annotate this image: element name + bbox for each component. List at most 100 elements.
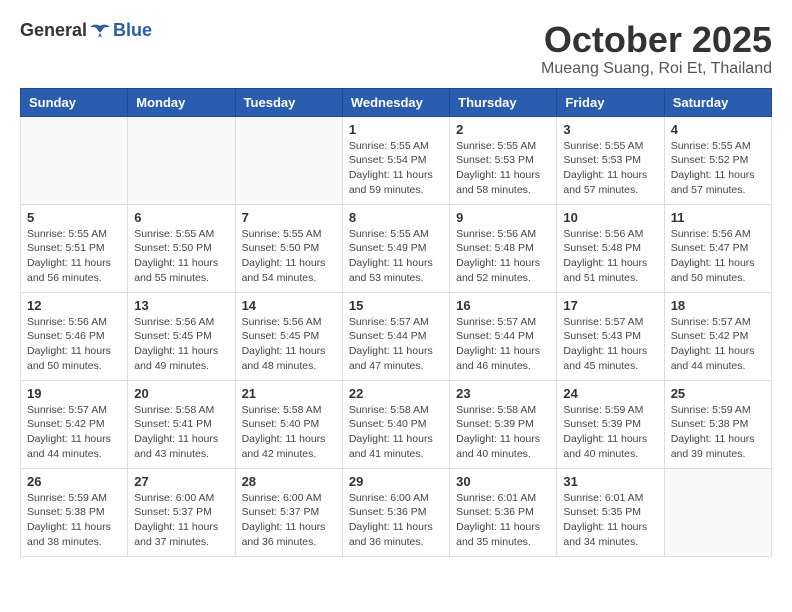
week-row-3: 12 Sunrise: 5:56 AMSunset: 5:46 PMDayligh… <box>21 292 772 380</box>
day-number: 2 <box>456 122 550 137</box>
day-number: 3 <box>563 122 657 137</box>
calendar-cell: 20 Sunrise: 5:58 AMSunset: 5:41 PMDayligh… <box>128 380 235 468</box>
day-number: 26 <box>27 474 121 489</box>
calendar-cell: 26 Sunrise: 5:59 AMSunset: 5:38 PMDayligh… <box>21 468 128 556</box>
day-number: 5 <box>27 210 121 225</box>
day-number: 22 <box>349 386 443 401</box>
weekday-header-friday: Friday <box>557 88 664 116</box>
calendar-cell: 6 Sunrise: 5:55 AMSunset: 5:50 PMDaylight… <box>128 204 235 292</box>
day-info: Sunrise: 6:00 AMSunset: 5:37 PMDaylight:… <box>134 491 228 550</box>
calendar-cell: 31 Sunrise: 6:01 AMSunset: 5:35 PMDayligh… <box>557 468 664 556</box>
calendar-cell: 17Sunrise: 5:57 AMSunset: 5:43 PMDayligh… <box>557 292 664 380</box>
calendar-cell: 5 Sunrise: 5:55 AMSunset: 5:51 PMDaylight… <box>21 204 128 292</box>
day-number: 23 <box>456 386 550 401</box>
day-info: Sunrise: 5:56 AMSunset: 5:45 PMDaylight:… <box>134 315 228 374</box>
day-number: 28 <box>242 474 336 489</box>
day-number: 1 <box>349 122 443 137</box>
calendar-table: SundayMondayTuesdayWednesdayThursdayFrid… <box>20 88 772 557</box>
day-number: 18 <box>671 298 765 313</box>
day-info: Sunrise: 5:57 AMSunset: 5:44 PMDaylight:… <box>349 315 443 374</box>
calendar-cell <box>664 468 771 556</box>
calendar-cell <box>235 116 342 204</box>
calendar-cell: 30Sunrise: 6:01 AMSunset: 5:36 PMDayligh… <box>450 468 557 556</box>
calendar-cell: 27Sunrise: 6:00 AMSunset: 5:37 PMDayligh… <box>128 468 235 556</box>
day-info: Sunrise: 5:56 AMSunset: 5:46 PMDaylight:… <box>27 315 121 374</box>
day-number: 4 <box>671 122 765 137</box>
day-info: Sunrise: 5:55 AMSunset: 5:54 PMDaylight:… <box>349 139 443 198</box>
calendar-cell: 18 Sunrise: 5:57 AMSunset: 5:42 PMDayligh… <box>664 292 771 380</box>
week-row-1: 1 Sunrise: 5:55 AMSunset: 5:54 PMDaylight… <box>21 116 772 204</box>
title-area: October 2025 Mueang Suang, Roi Et, Thail… <box>541 20 772 78</box>
day-info: Sunrise: 6:01 AMSunset: 5:35 PMDaylight:… <box>563 491 657 550</box>
day-number: 12 <box>27 298 121 313</box>
day-info: Sunrise: 6:00 AMSunset: 5:36 PMDaylight:… <box>349 491 443 550</box>
day-info: Sunrise: 5:57 AMSunset: 5:42 PMDaylight:… <box>27 403 121 462</box>
day-info: Sunrise: 5:58 AMSunset: 5:41 PMDaylight:… <box>134 403 228 462</box>
calendar-cell <box>21 116 128 204</box>
day-info: Sunrise: 5:55 AMSunset: 5:51 PMDaylight:… <box>27 227 121 286</box>
calendar-cell: 2 Sunrise: 5:55 AMSunset: 5:53 PMDaylight… <box>450 116 557 204</box>
day-info: Sunrise: 5:58 AMSunset: 5:40 PMDaylight:… <box>242 403 336 462</box>
day-info: Sunrise: 6:00 AMSunset: 5:37 PMDaylight:… <box>242 491 336 550</box>
calendar-cell: 11Sunrise: 5:56 AMSunset: 5:47 PMDayligh… <box>664 204 771 292</box>
logo-bird-icon <box>89 22 111 40</box>
calendar-cell: 21 Sunrise: 5:58 AMSunset: 5:40 PMDayligh… <box>235 380 342 468</box>
day-info: Sunrise: 5:56 AMSunset: 5:48 PMDaylight:… <box>563 227 657 286</box>
calendar-cell: 7Sunrise: 5:55 AMSunset: 5:50 PMDaylight… <box>235 204 342 292</box>
day-number: 13 <box>134 298 228 313</box>
day-info: Sunrise: 5:57 AMSunset: 5:42 PMDaylight:… <box>671 315 765 374</box>
day-info: Sunrise: 5:59 AMSunset: 5:38 PMDaylight:… <box>671 403 765 462</box>
day-info: Sunrise: 5:56 AMSunset: 5:45 PMDaylight:… <box>242 315 336 374</box>
calendar-cell: 14 Sunrise: 5:56 AMSunset: 5:45 PMDayligh… <box>235 292 342 380</box>
day-number: 6 <box>134 210 228 225</box>
page-header: General Blue October 2025 Mueang Suang, … <box>20 20 772 78</box>
calendar-cell: 22Sunrise: 5:58 AMSunset: 5:40 PMDayligh… <box>342 380 449 468</box>
day-info: Sunrise: 5:56 AMSunset: 5:47 PMDaylight:… <box>671 227 765 286</box>
weekday-header-wednesday: Wednesday <box>342 88 449 116</box>
day-info: Sunrise: 5:59 AMSunset: 5:38 PMDaylight:… <box>27 491 121 550</box>
calendar-cell: 1 Sunrise: 5:55 AMSunset: 5:54 PMDaylight… <box>342 116 449 204</box>
day-info: Sunrise: 5:55 AMSunset: 5:53 PMDaylight:… <box>563 139 657 198</box>
day-info: Sunrise: 5:59 AMSunset: 5:39 PMDaylight:… <box>563 403 657 462</box>
calendar-cell: 10 Sunrise: 5:56 AMSunset: 5:48 PMDayligh… <box>557 204 664 292</box>
calendar-cell: 16 Sunrise: 5:57 AMSunset: 5:44 PMDayligh… <box>450 292 557 380</box>
week-row-4: 19 Sunrise: 5:57 AMSunset: 5:42 PMDayligh… <box>21 380 772 468</box>
location-subtitle: Mueang Suang, Roi Et, Thailand <box>541 60 772 78</box>
week-row-2: 5 Sunrise: 5:55 AMSunset: 5:51 PMDaylight… <box>21 204 772 292</box>
day-info: Sunrise: 5:57 AMSunset: 5:44 PMDaylight:… <box>456 315 550 374</box>
day-info: Sunrise: 5:55 AMSunset: 5:52 PMDaylight:… <box>671 139 765 198</box>
weekday-header-tuesday: Tuesday <box>235 88 342 116</box>
day-info: Sunrise: 5:55 AMSunset: 5:53 PMDaylight:… <box>456 139 550 198</box>
day-number: 10 <box>563 210 657 225</box>
logo-general-text: General <box>20 20 87 41</box>
day-info: Sunrise: 5:58 AMSunset: 5:39 PMDaylight:… <box>456 403 550 462</box>
day-number: 24 <box>563 386 657 401</box>
day-number: 19 <box>27 386 121 401</box>
logo: General Blue <box>20 20 152 41</box>
calendar-cell <box>128 116 235 204</box>
day-number: 29 <box>349 474 443 489</box>
day-info: Sunrise: 5:57 AMSunset: 5:43 PMDaylight:… <box>563 315 657 374</box>
day-number: 21 <box>242 386 336 401</box>
week-row-5: 26 Sunrise: 5:59 AMSunset: 5:38 PMDayligh… <box>21 468 772 556</box>
weekday-header-row: SundayMondayTuesdayWednesdayThursdayFrid… <box>21 88 772 116</box>
day-info: Sunrise: 5:56 AMSunset: 5:48 PMDaylight:… <box>456 227 550 286</box>
day-number: 20 <box>134 386 228 401</box>
month-title: October 2025 <box>541 20 772 60</box>
day-number: 25 <box>671 386 765 401</box>
calendar-cell: 24 Sunrise: 5:59 AMSunset: 5:39 PMDayligh… <box>557 380 664 468</box>
calendar-cell: 12 Sunrise: 5:56 AMSunset: 5:46 PMDayligh… <box>21 292 128 380</box>
weekday-header-saturday: Saturday <box>664 88 771 116</box>
calendar-cell: 13 Sunrise: 5:56 AMSunset: 5:45 PMDayligh… <box>128 292 235 380</box>
calendar-cell: 29 Sunrise: 6:00 AMSunset: 5:36 PMDayligh… <box>342 468 449 556</box>
day-number: 31 <box>563 474 657 489</box>
day-number: 16 <box>456 298 550 313</box>
day-number: 14 <box>242 298 336 313</box>
calendar-cell: 8Sunrise: 5:55 AMSunset: 5:49 PMDaylight… <box>342 204 449 292</box>
calendar-cell: 15Sunrise: 5:57 AMSunset: 5:44 PMDayligh… <box>342 292 449 380</box>
day-number: 7 <box>242 210 336 225</box>
day-info: Sunrise: 5:55 AMSunset: 5:50 PMDaylight:… <box>134 227 228 286</box>
weekday-header-thursday: Thursday <box>450 88 557 116</box>
weekday-header-sunday: Sunday <box>21 88 128 116</box>
calendar-cell: 3 Sunrise: 5:55 AMSunset: 5:53 PMDaylight… <box>557 116 664 204</box>
